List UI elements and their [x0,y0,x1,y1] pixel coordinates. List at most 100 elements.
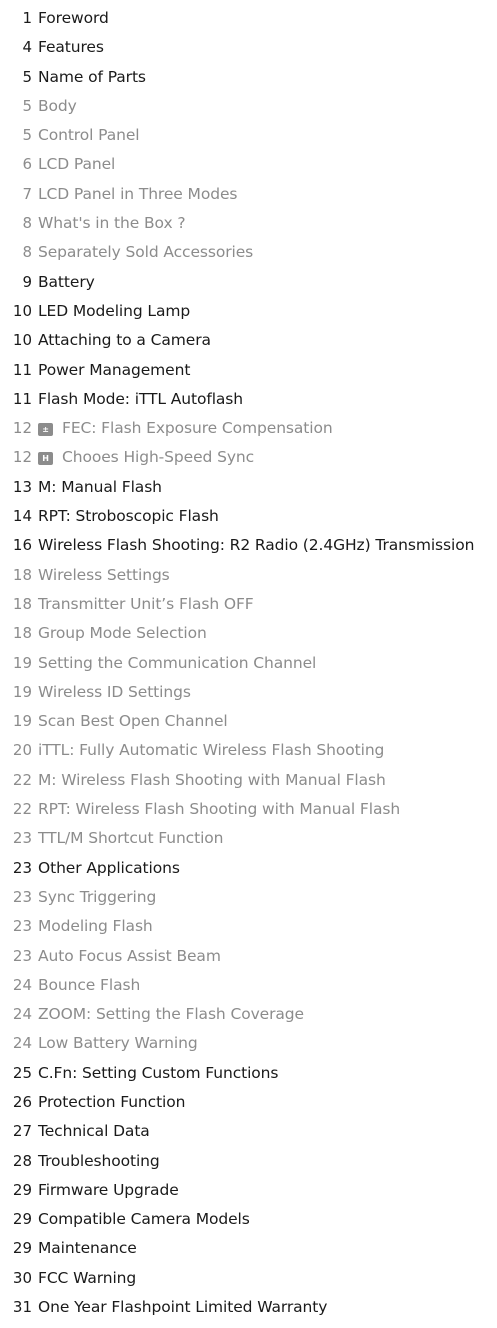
toc-title: Maintenance [38,1238,137,1258]
toc-entry[interactable]: 19 Wireless ID Settings [0,678,497,707]
toc-entry[interactable]: 18 Transmitter Unit’s Flash OFF [0,590,497,619]
toc-title: Wireless Flash Shooting: R2 Radio (2.4GH… [38,535,474,555]
toc-entry[interactable]: 26 Protection Function [0,1088,497,1117]
toc-title-text: Troubleshooting [38,1151,160,1170]
toc-title: Features [38,37,104,57]
toc-page-number: 19 [12,682,32,701]
toc-entry[interactable]: 5 Name of Parts [0,63,497,92]
toc-page-number: 8 [22,214,32,233]
toc-entry[interactable]: 24 Bounce Flash [0,971,497,1000]
toc-page-number: 6 [22,155,32,174]
toc-entry[interactable]: 23 Modeling Flash [0,912,497,941]
toc-title: Firmware Upgrade [38,1180,179,1200]
toc-entry[interactable]: 29 Compatible Camera Models [0,1205,497,1234]
toc-entry[interactable]: 20 iTTL: Fully Automatic Wireless Flash S… [0,736,497,765]
toc-entry[interactable]: 10 Attaching to a Camera [0,326,497,355]
toc-entry[interactable]: 19 Scan Best Open Channel [0,707,497,736]
toc-entry[interactable]: 13 M: Manual Flash [0,473,497,502]
toc-entry[interactable]: 8 What's in the Box ? [0,209,497,238]
toc-title: C.Fn: Setting Custom Functions [38,1063,278,1083]
toc-entry[interactable]: 18 Group Mode Selection [0,619,497,648]
toc-entry[interactable]: 23 Other Applications [0,854,497,883]
toc-entry[interactable]: 31 One Year Flashpoint Limited Warranty [0,1293,497,1322]
toc-entry[interactable]: 23 Auto Focus Assist Beam [0,942,497,971]
toc-title: Transmitter Unit’s Flash OFF [38,594,254,614]
toc-title: Protection Function [38,1092,185,1112]
toc-title-text: RPT: Wireless Flash Shooting with Manual… [38,800,401,819]
toc-page-number: 18 [12,565,32,584]
toc-entry[interactable]: 29 Firmware Upgrade [0,1176,497,1205]
toc-entry[interactable]: 18 Wireless Settings [0,561,497,590]
toc-title-text: LCD Panel in Three Modes [38,184,238,203]
toc-entry[interactable]: 16 Wireless Flash Shooting: R2 Radio (2.4… [0,531,497,560]
toc-title: Attaching to a Camera [38,330,211,350]
toc-page-number: 22 [12,800,32,819]
toc-entry[interactable]: 28 Troubleshooting [0,1147,497,1176]
toc-page-number: 16 [12,536,32,555]
toc-page-number: 14 [12,507,32,526]
toc-title-text: Battery [38,272,95,291]
toc-entry[interactable]: 23 Sync Triggering [0,883,497,912]
toc-title-text: Name of Parts [38,67,146,86]
toc-entry[interactable]: 5 Control Panel [0,121,497,150]
toc-entry[interactable]: 11 Power Management [0,356,497,385]
toc-title-text: Auto Focus Assist Beam [38,946,221,965]
toc-title: M: Manual Flash [38,477,162,497]
toc-title-text: What's in the Box ? [38,214,186,233]
toc-title: ± FEC: Flash Exposure Compensation [38,418,333,438]
toc-entry[interactable]: 5 Body [0,92,497,121]
fec-icon: ± [38,423,53,437]
toc-entry[interactable]: 14 RPT: Stroboscopic Flash [0,502,497,531]
toc-title-text: Compatible Camera Models [38,1210,250,1229]
toc-page-number: 1 [22,9,32,27]
toc-entry[interactable]: 25 C.Fn: Setting Custom Functions [0,1059,497,1088]
toc-entry[interactable]: 23 TTL/M Shortcut Function [0,824,497,853]
toc-title: Wireless Settings [38,565,170,585]
toc-entry[interactable]: 10 LED Modeling Lamp [0,297,497,326]
toc-title-text: ZOOM: Setting the Flash Coverage [38,1005,304,1024]
toc-title: Auto Focus Assist Beam [38,946,221,966]
toc-title-text: LCD Panel [38,155,116,174]
toc-page-number: 7 [22,184,32,203]
toc-entry[interactable]: 11 Flash Mode: iTTL Autoflash [0,385,497,414]
toc-page-number: 28 [12,1151,32,1170]
toc-title-text: Wireless Settings [38,565,170,584]
toc-entry[interactable]: 30 FCC Warning [0,1264,497,1293]
toc-title: M: Wireless Flash Shooting with Manual F… [38,770,386,790]
toc-entry[interactable]: 27 Technical Data [0,1117,497,1146]
toc-title: Body [38,96,77,116]
toc-entry[interactable]: 6 LCD Panel [0,150,497,179]
toc-title-text: Transmitter Unit’s Flash OFF [38,594,254,613]
toc-title-text: Maintenance [38,1239,137,1258]
toc-title: Name of Parts [38,67,146,87]
toc-title: LCD Panel [38,154,115,174]
toc-entry[interactable]: 22 M: Wireless Flash Shooting with Manual… [0,766,497,795]
toc-title: ZOOM: Setting the Flash Coverage [38,1004,304,1024]
toc-title: Separately Sold Accessories [38,242,253,262]
toc-title-text: RPT: Stroboscopic Flash [38,507,219,526]
toc-entry[interactable]: 22 RPT: Wireless Flash Shooting with Manu… [0,795,497,824]
toc-entry[interactable]: 12 ± FEC: Flash Exposure Compensation [0,414,497,443]
toc-entry[interactable]: 19 Setting the Communication Channel [0,649,497,678]
toc-title: Control Panel [38,125,140,145]
toc-entry[interactable]: 9 Battery [0,268,497,297]
toc-entry[interactable]: 24 ZOOM: Setting the Flash Coverage [0,1000,497,1029]
toc-entry[interactable]: 12 H Chooes High-Speed Sync [0,443,497,472]
toc-page-number: 11 [12,389,32,408]
toc-page-number: 5 [22,67,32,86]
toc-title: Power Management [38,360,190,380]
toc-title-text: Power Management [38,360,191,379]
toc-page-number: 24 [12,1005,32,1024]
toc-entry[interactable]: 29 Maintenance [0,1234,497,1263]
toc-entry[interactable]: 1 Foreword [0,4,497,33]
toc-page-number: 20 [12,741,32,760]
toc-title-text: TTL/M Shortcut Function [38,829,224,848]
toc-title-text: Scan Best Open Channel [38,712,228,731]
toc-entry[interactable]: 4 Features [0,33,497,62]
toc-title: One Year Flashpoint Limited Warranty [38,1297,327,1317]
toc-title: Group Mode Selection [38,623,207,643]
toc-title-text: LED Modeling Lamp [38,301,191,320]
toc-entry[interactable]: 7 LCD Panel in Three Modes [0,180,497,209]
toc-entry[interactable]: 8 Separately Sold Accessories [0,238,497,267]
toc-entry[interactable]: 24 Low Battery Warning [0,1029,497,1058]
